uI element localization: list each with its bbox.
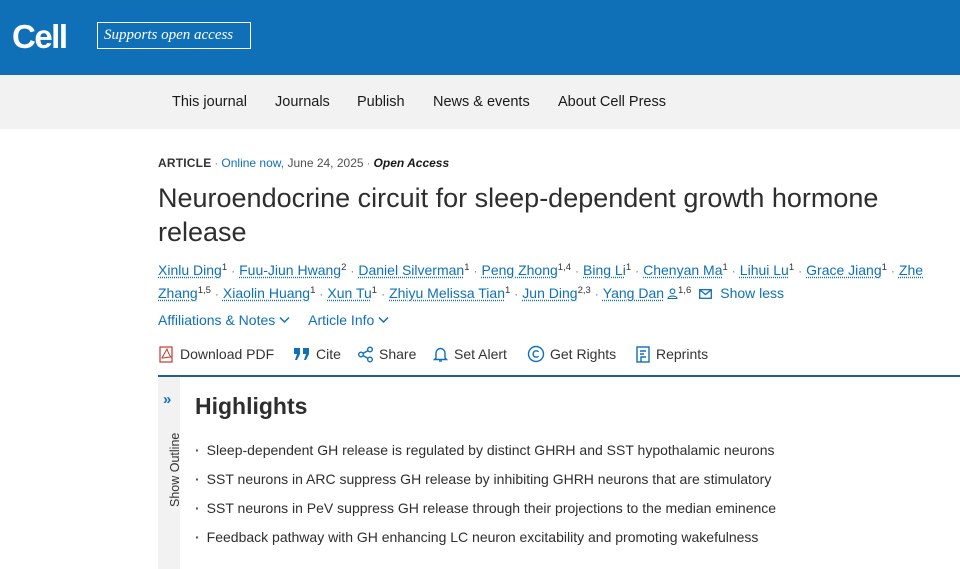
show-outline-label[interactable]: Show Outline (168, 433, 182, 507)
copyright-icon (527, 345, 545, 363)
separator: · (514, 287, 519, 301)
article-type: ARTICLE (158, 156, 212, 170)
author-link[interactable]: Bing Li (583, 262, 626, 278)
separator: · (350, 264, 355, 278)
author-link[interactable]: Xinlu Ding (158, 262, 222, 278)
nav-journals[interactable]: Journals (275, 93, 330, 111)
author-link[interactable]: Jun Ding (522, 285, 577, 301)
get-rights-button[interactable]: Get Rights (527, 345, 616, 363)
open-access-label: Open Access (373, 156, 450, 170)
reprints-icon (636, 345, 650, 363)
nav-about-cell-press[interactable]: About Cell Press (558, 93, 666, 111)
online-now-link[interactable]: Online now, (221, 156, 284, 170)
author-link[interactable]: Xiaolin Huang (223, 285, 310, 301)
cite-label: Cite (316, 346, 341, 362)
double-chevron-right-icon[interactable]: » (163, 392, 171, 407)
affiliations-notes-toggle[interactable]: Affiliations & Notes (158, 312, 290, 328)
share-icon (358, 346, 373, 362)
affiliation-superscript: 1,4 (557, 262, 571, 273)
reprints-label: Reprints (656, 346, 709, 362)
affiliation-superscript: 1 (722, 262, 728, 273)
separator: · (381, 287, 386, 301)
separator: · (473, 264, 478, 278)
section-divider (158, 375, 960, 377)
chevron-down-icon (378, 316, 389, 324)
article-meta: ARTICLE · Online now, June 24, 2025 · Open A… (158, 156, 449, 170)
set-alert-label: Set Alert (454, 346, 507, 362)
site-header: Cell Supports open access (0, 0, 960, 75)
author-link[interactable]: Grace Jiang (806, 262, 881, 278)
nav-publish[interactable]: Publish (357, 93, 405, 111)
download-pdf-label: Download PDF (180, 346, 275, 362)
highlights-heading: Highlights (195, 393, 308, 419)
affiliations-notes-label: Affiliations & Notes (158, 312, 276, 328)
affiliation-superscript: 2,3 (577, 285, 591, 296)
author-link[interactable]: Xun Tu (327, 285, 371, 301)
highlight-item: Sleep-dependent GH release is regulated … (195, 436, 955, 465)
author-link[interactable]: Lihui Lu (740, 262, 789, 278)
separator: · (214, 287, 219, 301)
affiliation-superscript: 1,5 (197, 285, 211, 296)
download-pdf-button[interactable]: Download PDF (158, 345, 274, 363)
quote-icon (294, 348, 309, 360)
author-link[interactable]: Zhiyu Melissa Tian (389, 285, 505, 301)
affiliation-superscript: 1,6 (678, 285, 692, 296)
nav-this-journal[interactable]: This journal (172, 93, 247, 111)
author-list: Xinlu Ding1 · Fuu-Jiun Hwang2 · Daniel Silve… (158, 259, 960, 305)
separator: · (890, 264, 895, 278)
nav-news-events[interactable]: News & events (433, 93, 530, 111)
pdf-icon (159, 345, 173, 363)
separator: · (635, 264, 640, 278)
open-access-badge[interactable]: Supports open access (97, 22, 251, 49)
bell-icon (432, 347, 449, 362)
share-button[interactable]: Share (357, 345, 416, 363)
author-link[interactable]: Fuu-Jiun Hwang (239, 262, 341, 278)
corresponding-author-icon (667, 288, 678, 299)
highlights-list: Sleep-dependent GH release is regulated … (195, 436, 955, 552)
author-link[interactable]: Chenyan Ma (643, 262, 722, 278)
separator: · (366, 156, 371, 170)
share-label: Share (379, 346, 417, 362)
show-less-link[interactable]: Show less (712, 285, 784, 301)
author-link[interactable]: Yang Dan (603, 285, 664, 301)
get-rights-label: Get Rights (550, 346, 617, 362)
set-alert-button[interactable]: Set Alert (432, 345, 507, 363)
separator: · (231, 264, 236, 278)
article-links: Affiliations & Notes Article Info (158, 311, 389, 329)
cell-logo[interactable]: Cell (12, 19, 68, 55)
reprints-button[interactable]: Reprints (635, 345, 708, 363)
author-link[interactable]: Daniel Silverman (358, 262, 464, 278)
publication-date: June 24, 2025 (287, 156, 364, 170)
email-icon[interactable] (699, 289, 713, 299)
separator: · (214, 156, 219, 170)
main-nav: This journal Journals Publish News & eve… (0, 75, 960, 129)
separator: · (798, 264, 803, 278)
separator: · (575, 264, 579, 278)
chevron-down-icon (279, 316, 290, 324)
highlight-item: Feedback pathway with GH enhancing LC ne… (195, 523, 955, 552)
article-title: Neuroendocrine circuit for sleep-depende… (158, 183, 879, 247)
article-info-toggle[interactable]: Article Info (308, 312, 389, 328)
article-info-label: Article Info (308, 312, 375, 328)
separator: · (594, 287, 599, 301)
highlight-item: SST neurons in ARC suppress GH release b… (195, 465, 955, 494)
highlight-item: SST neurons in PeV suppress GH release t… (195, 494, 955, 523)
cite-button[interactable]: Cite (293, 345, 341, 363)
separator: · (731, 264, 736, 278)
separator: · (319, 287, 324, 301)
author-link[interactable]: Peng Zhong (481, 262, 557, 278)
